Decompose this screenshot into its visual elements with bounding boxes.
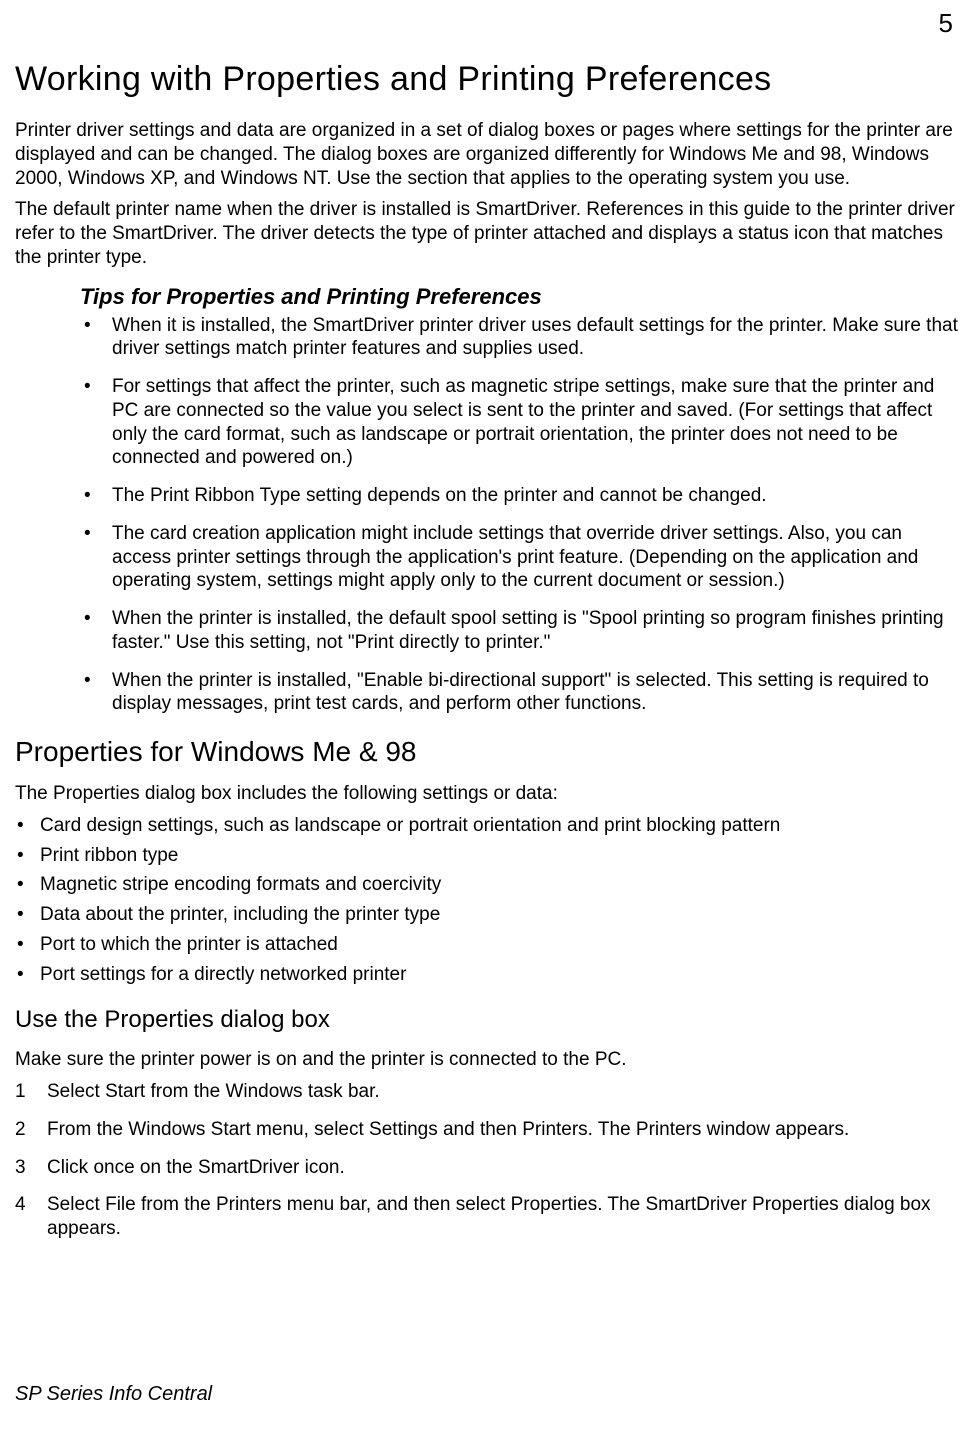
page-title: Working with Properties and Printing Pre… — [15, 60, 958, 99]
list-item: The Print Ribbon Type setting depends on… — [80, 484, 958, 508]
section-heading-properties: Properties for Windows Me & 98 — [15, 736, 958, 768]
section-heading-use-dialog: Use the Properties dialog box — [15, 1006, 958, 1034]
props-intro: The Properties dialog box includes the f… — [15, 782, 958, 806]
intro-paragraph-2: The default printer name when the driver… — [15, 198, 958, 269]
list-item: When the printer is installed, the defau… — [80, 607, 958, 655]
list-item: When the printer is installed, "Enable b… — [80, 669, 958, 717]
list-item: Select File from the Printers menu bar, … — [15, 1193, 958, 1241]
page-number: 5 — [939, 8, 953, 39]
list-item: The card creation application might incl… — [80, 522, 958, 593]
list-item: From the Windows Start menu, select Sett… — [15, 1118, 958, 1142]
list-item: Port to which the printer is attached — [15, 933, 958, 957]
list-item: When it is installed, the SmartDriver pr… — [80, 314, 958, 362]
footer-text: SP Series Info Central — [15, 1383, 212, 1406]
intro-paragraph-1: Printer driver settings and data are org… — [15, 119, 958, 190]
tips-heading: Tips for Properties and Printing Prefere… — [80, 284, 958, 310]
list-item: Data about the printer, including the pr… — [15, 903, 958, 927]
steps-list: Select Start from the Windows task bar. … — [15, 1080, 958, 1241]
list-item: Port settings for a directly networked p… — [15, 963, 958, 987]
list-item: For settings that affect the printer, su… — [80, 375, 958, 470]
tips-list: When it is installed, the SmartDriver pr… — [80, 314, 958, 717]
list-item: Magnetic stripe encoding formats and coe… — [15, 873, 958, 897]
props-list: Card design settings, such as landscape … — [15, 814, 958, 987]
steps-intro: Make sure the printer power is on and th… — [15, 1048, 958, 1072]
list-item: Print ribbon type — [15, 844, 958, 868]
list-item: Click once on the SmartDriver icon. — [15, 1156, 958, 1180]
list-item: Card design settings, such as landscape … — [15, 814, 958, 838]
list-item: Select Start from the Windows task bar. — [15, 1080, 958, 1104]
